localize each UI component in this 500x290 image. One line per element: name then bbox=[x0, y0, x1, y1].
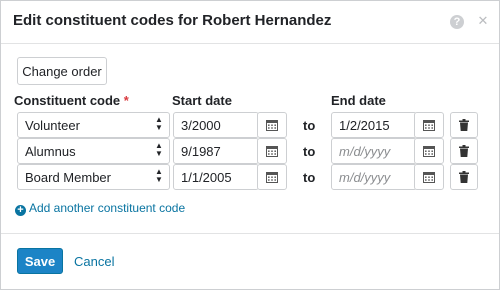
constituent-code-select[interactable]: Volunteer ▲ ▼ bbox=[17, 112, 170, 138]
start-date-calendar-button[interactable] bbox=[257, 112, 287, 138]
end-date-value: 1/2/2015 bbox=[339, 118, 390, 133]
required-marker: * bbox=[123, 93, 129, 108]
delete-row-button[interactable] bbox=[450, 164, 478, 190]
constituent-code-value: Board Member bbox=[25, 170, 111, 185]
add-constituent-code-label: Add another constituent code bbox=[29, 201, 186, 215]
date-range-to-label: to bbox=[303, 118, 316, 133]
end-date-calendar-button[interactable] bbox=[414, 138, 444, 164]
start-date-value: 3/2000 bbox=[181, 118, 221, 133]
start-date-value: 1/1/2005 bbox=[181, 170, 232, 185]
constituent-code-label-text: Constituent code bbox=[14, 93, 121, 108]
start-date-input[interactable]: 1/1/2005 bbox=[173, 164, 259, 190]
constituent-code-select[interactable]: Alumnus ▲ ▼ bbox=[17, 138, 170, 164]
start-date-value: 9/1987 bbox=[181, 144, 221, 159]
date-range-to-label: to bbox=[303, 170, 316, 185]
change-order-button[interactable]: Change order bbox=[17, 57, 107, 85]
delete-row-button[interactable] bbox=[450, 138, 478, 164]
dialog-title: Edit constituent codes for Robert Hernan… bbox=[13, 12, 332, 29]
start-date-column-label: Start date bbox=[172, 93, 232, 108]
plus-circle-icon: + bbox=[15, 205, 26, 216]
calendar-icon bbox=[423, 146, 435, 157]
trash-icon bbox=[459, 171, 469, 183]
question-circle-icon[interactable]: ? bbox=[450, 15, 464, 29]
edit-constituent-codes-dialog: Edit constituent codes for Robert Hernan… bbox=[0, 0, 500, 290]
date-range-to-label: to bbox=[303, 144, 316, 159]
end-date-placeholder: m/d/yyyy bbox=[339, 144, 391, 159]
delete-row-button[interactable] bbox=[450, 112, 478, 138]
cancel-link[interactable]: Cancel bbox=[74, 254, 114, 269]
dialog-header: Edit constituent codes for Robert Hernan… bbox=[1, 1, 499, 44]
end-date-calendar-button[interactable] bbox=[414, 112, 444, 138]
end-date-calendar-button[interactable] bbox=[414, 164, 444, 190]
select-caret-icon: ▲ ▼ bbox=[155, 115, 163, 132]
calendar-icon bbox=[266, 172, 278, 183]
calendar-icon bbox=[423, 172, 435, 183]
select-caret-icon: ▲ ▼ bbox=[155, 167, 163, 184]
start-date-input[interactable]: 3/2000 bbox=[173, 112, 259, 138]
end-date-column-label: End date bbox=[331, 93, 386, 108]
start-date-input[interactable]: 9/1987 bbox=[173, 138, 259, 164]
start-date-calendar-button[interactable] bbox=[257, 138, 287, 164]
constituent-code-value: Volunteer bbox=[25, 118, 80, 133]
start-date-calendar-button[interactable] bbox=[257, 164, 287, 190]
calendar-icon bbox=[266, 146, 278, 157]
end-date-placeholder: m/d/yyyy bbox=[339, 170, 391, 185]
constituent-code-value: Alumnus bbox=[25, 144, 76, 159]
select-caret-icon: ▲ ▼ bbox=[155, 141, 163, 158]
add-constituent-code-link[interactable]: + Add another constituent code bbox=[15, 201, 185, 216]
end-date-input[interactable]: m/d/yyyy bbox=[331, 138, 417, 164]
close-icon[interactable]: ✕ bbox=[476, 13, 490, 29]
save-button[interactable]: Save bbox=[17, 248, 63, 274]
end-date-input[interactable]: 1/2/2015 bbox=[331, 112, 417, 138]
calendar-icon bbox=[266, 120, 278, 131]
constituent-code-select[interactable]: Board Member ▲ ▼ bbox=[17, 164, 170, 190]
end-date-input[interactable]: m/d/yyyy bbox=[331, 164, 417, 190]
constituent-code-column-label: Constituent code * bbox=[14, 93, 129, 108]
calendar-icon bbox=[423, 120, 435, 131]
trash-icon bbox=[459, 119, 469, 131]
trash-icon bbox=[459, 145, 469, 157]
